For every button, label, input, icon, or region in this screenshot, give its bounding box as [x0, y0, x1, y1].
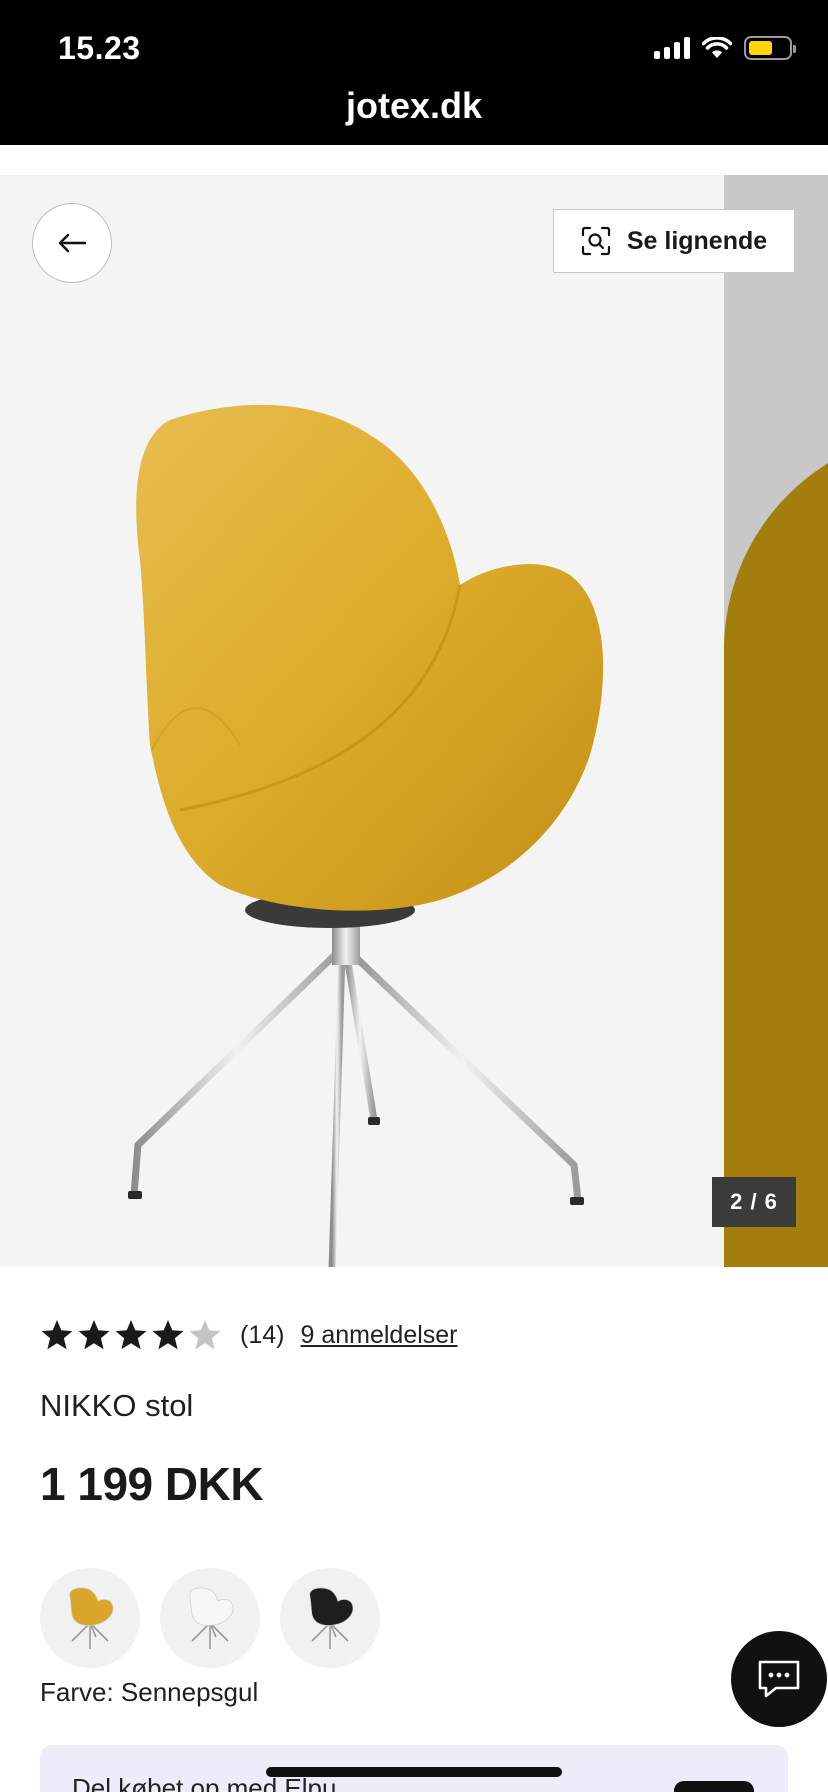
color-swatch-sennepsgul[interactable]	[40, 1568, 140, 1668]
status-icons	[654, 36, 796, 60]
status-bar: 15.23 jotex.dk	[0, 0, 828, 145]
battery-icon	[744, 36, 796, 60]
reviews-link[interactable]: 9 anmeldelser	[300, 1321, 457, 1350]
see-similar-label: Se lignende	[626, 226, 768, 255]
star-empty-icon	[189, 1320, 221, 1350]
color-swatches	[40, 1568, 380, 1668]
product-price: 1 199 DKK	[40, 1458, 264, 1510]
cellular-signal-icon	[654, 37, 690, 59]
url-bar[interactable]: jotex.dk	[0, 85, 828, 127]
image-counter: 2 / 6	[712, 1177, 796, 1227]
see-similar-button[interactable]: Se lignende	[553, 209, 795, 273]
selected-color-label: Farve: Sennepsgul	[40, 1677, 259, 1707]
home-indicator[interactable]	[266, 1767, 562, 1777]
chair-thumbnail-black	[309, 1587, 354, 1649]
chair-thumbnail-white	[189, 1587, 234, 1649]
star-rating	[40, 1318, 222, 1352]
promo-button[interactable]	[674, 1781, 754, 1792]
color-swatch-black[interactable]	[280, 1568, 380, 1668]
star-filled-icon	[115, 1320, 147, 1350]
star-filled-icon	[78, 1320, 110, 1350]
rating-count: (14)	[240, 1320, 285, 1349]
product-name: NIKKO stol	[40, 1388, 194, 1423]
star-filled-icon	[152, 1320, 184, 1350]
chat-icon	[758, 1660, 800, 1698]
next-slide-preview[interactable]	[724, 175, 828, 1267]
wifi-icon	[702, 37, 732, 58]
product-gallery[interactable]: Se lignende 2 / 6	[0, 175, 828, 1267]
arrow-left-icon	[58, 233, 87, 253]
chat-button[interactable]	[731, 1631, 827, 1727]
status-time: 15.23	[58, 30, 141, 66]
rating-row: (14) 9 anmeldelser	[40, 1315, 458, 1355]
back-button[interactable]	[32, 203, 112, 283]
color-swatch-white[interactable]	[160, 1568, 260, 1668]
visual-search-icon	[581, 226, 610, 256]
star-filled-icon	[41, 1320, 73, 1350]
chair-thumbnail-mustard	[69, 1587, 114, 1649]
next-slide-chair-image	[724, 430, 828, 1267]
product-image-chair	[128, 404, 604, 1267]
